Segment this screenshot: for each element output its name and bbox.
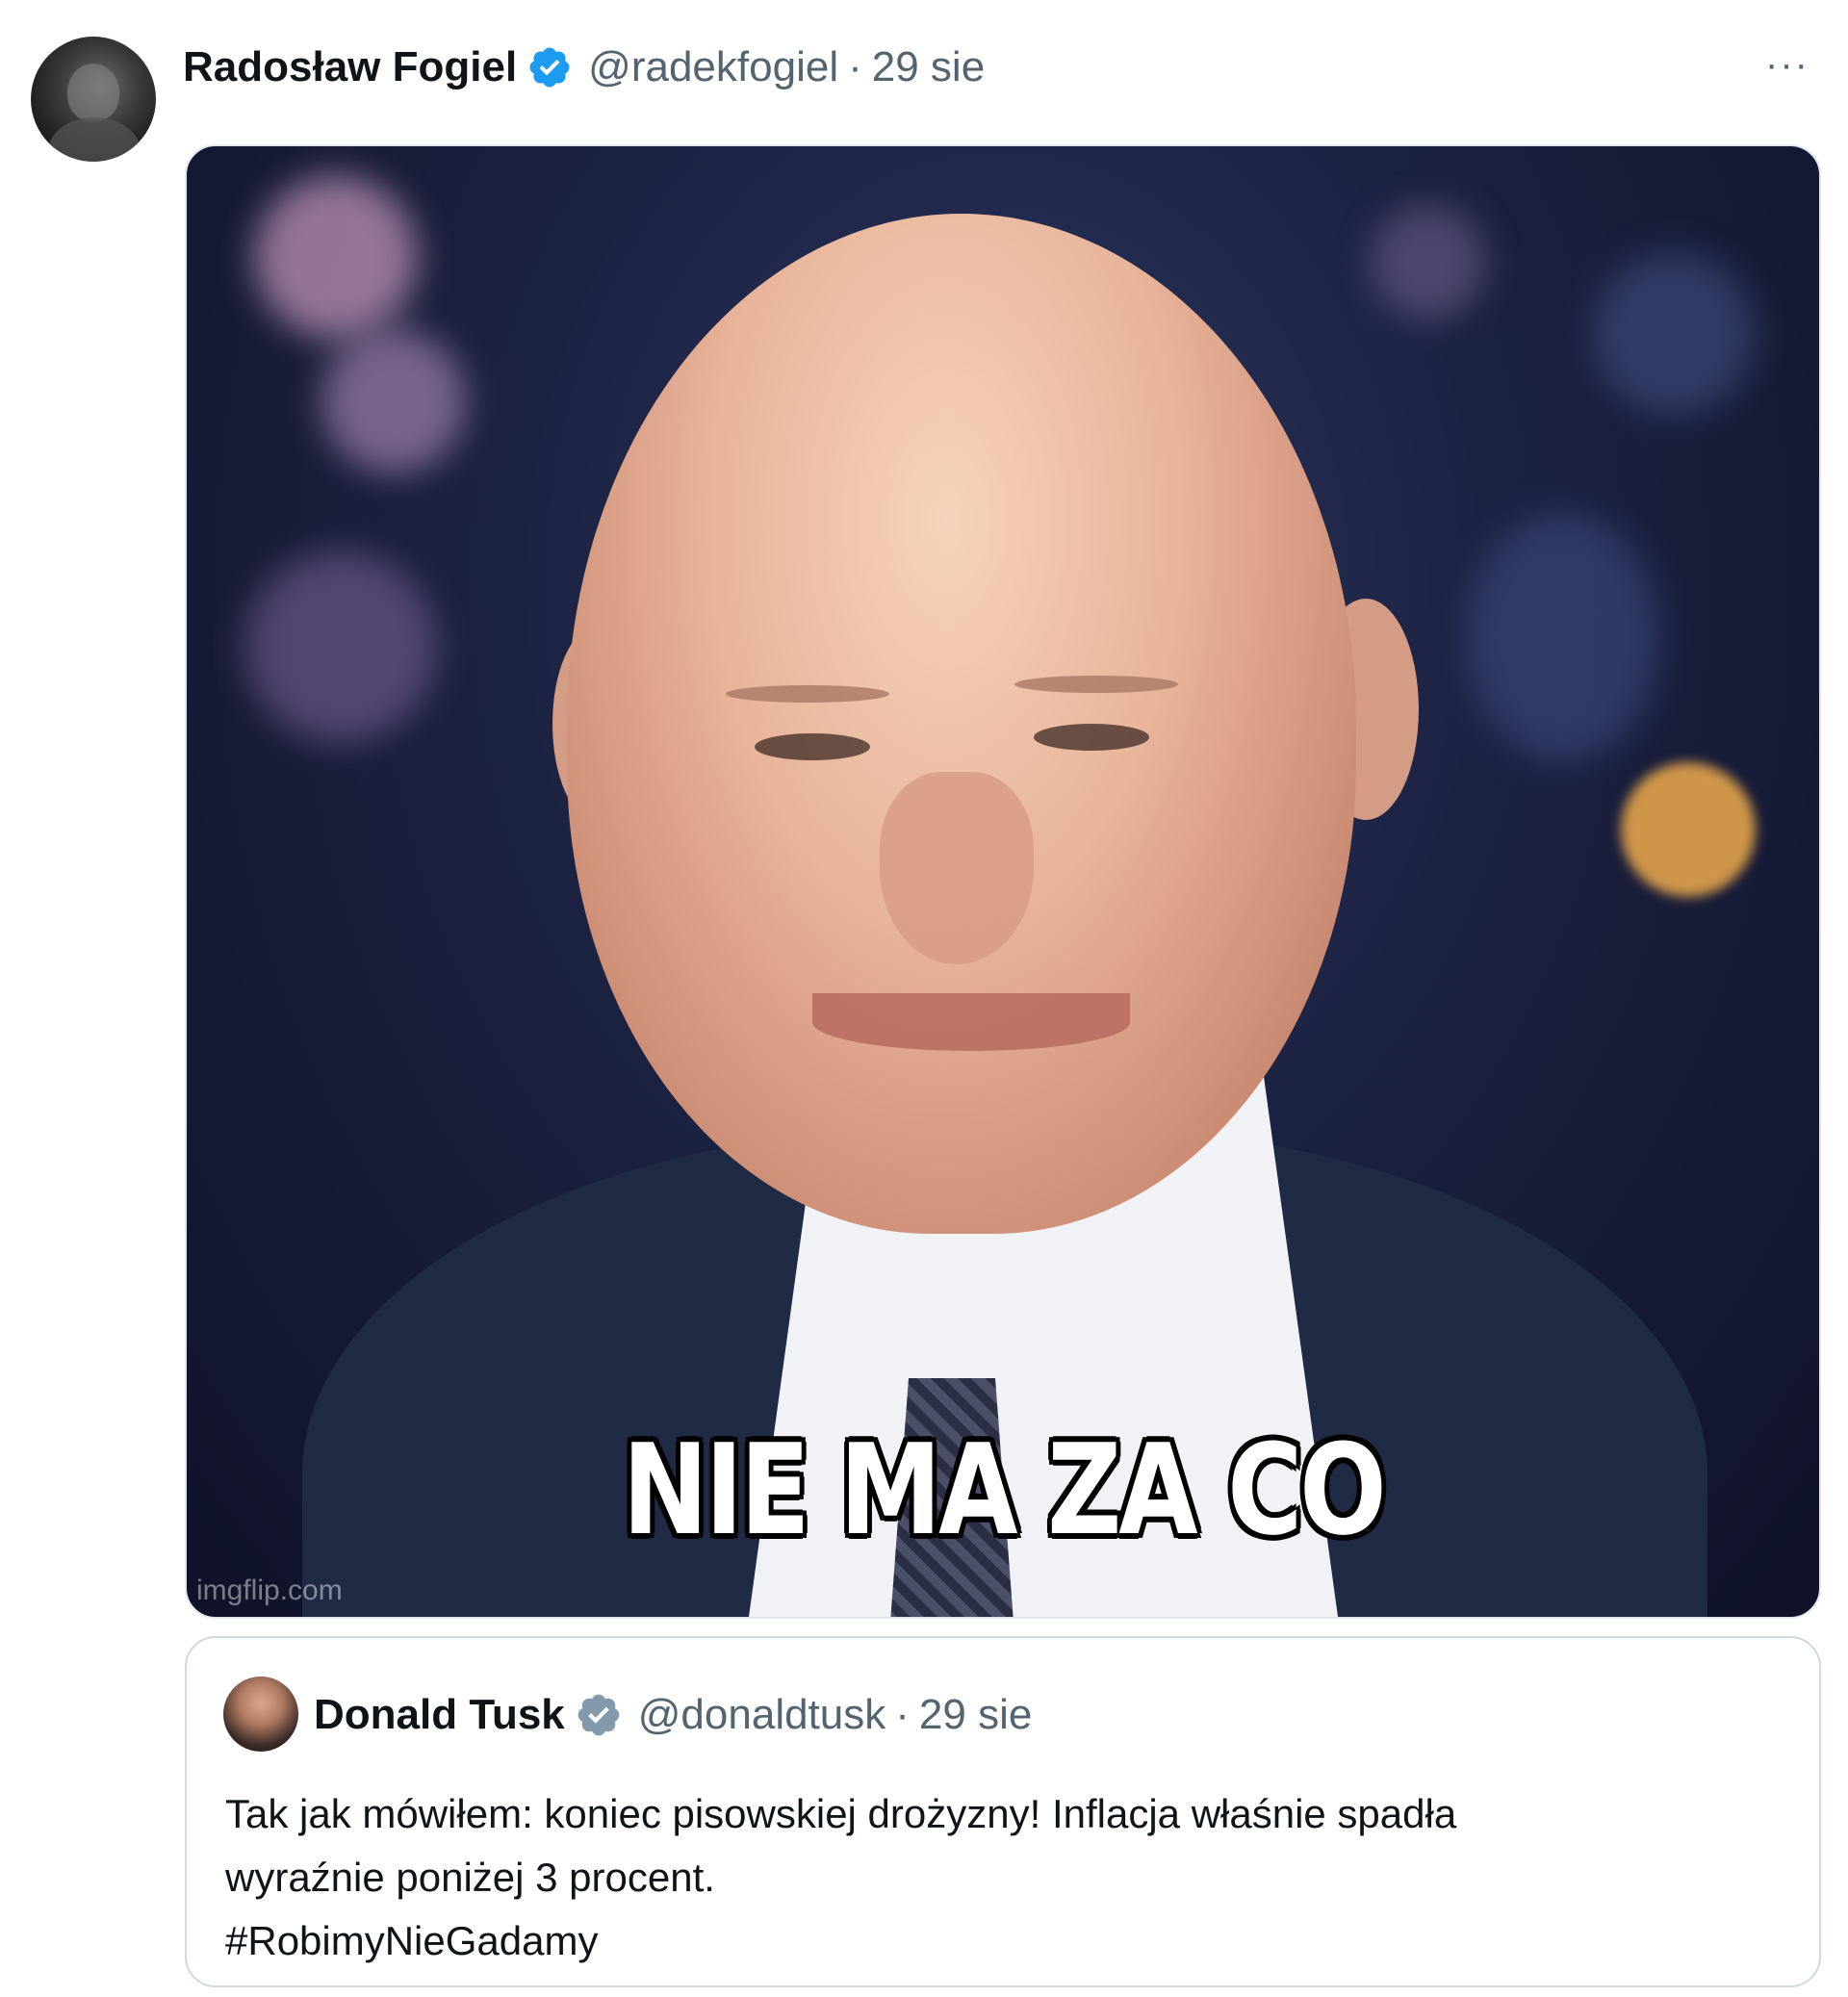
bokeh-light bbox=[244, 550, 437, 743]
verified-badge-icon bbox=[578, 1694, 620, 1736]
bokeh-light bbox=[254, 175, 418, 339]
bokeh-light bbox=[1592, 252, 1756, 416]
quoted-tweet-timestamp[interactable]: 29 sie bbox=[919, 1691, 1032, 1739]
photo-nose bbox=[880, 772, 1034, 964]
quoted-text-line: Tak jak mówiłem: koniec pisowskiej droży… bbox=[225, 1791, 1457, 1836]
author-avatar[interactable] bbox=[31, 37, 156, 162]
quoted-text-line: wyraźnie poniżej 3 procent. bbox=[225, 1855, 715, 1900]
meme-caption: NIE MA ZA CO bbox=[622, 1417, 1387, 1563]
tweet-timestamp[interactable]: 29 sie bbox=[872, 43, 985, 91]
photo-eye-left bbox=[755, 733, 870, 760]
bokeh-light bbox=[1371, 204, 1486, 320]
avatar-figure-head bbox=[67, 64, 119, 121]
photo-brow-right bbox=[1014, 676, 1178, 693]
photo-brow-left bbox=[726, 685, 889, 703]
quoted-tweet-header: Donald Tusk @donaldtusk · 29 sie bbox=[314, 1684, 1032, 1746]
avatar-figure-body bbox=[48, 117, 141, 162]
more-options-icon[interactable]: ··· bbox=[1765, 45, 1810, 84]
bokeh-light bbox=[321, 329, 466, 474]
tweet-header: Radosław Fogiel @radekfogiel · 29 sie bbox=[183, 38, 985, 96]
verified-badge-icon bbox=[529, 47, 570, 88]
photo-head bbox=[567, 214, 1356, 1234]
bokeh-light-orange bbox=[1621, 762, 1756, 897]
photo-mouth bbox=[812, 993, 1130, 1051]
author-name[interactable]: Radosław Fogiel bbox=[183, 43, 517, 91]
bokeh-light bbox=[1467, 512, 1659, 762]
tweet[interactable]: Radosław Fogiel @radekfogiel · 29 sie ··… bbox=[0, 0, 1848, 1997]
quoted-tweet-text: Tak jak mówiłem: koniec pisowskiej droży… bbox=[225, 1782, 1784, 1973]
quoted-author-avatar[interactable] bbox=[223, 1677, 298, 1752]
separator-dot: · bbox=[848, 43, 862, 90]
quoted-author-handle[interactable]: @donaldtusk bbox=[638, 1691, 886, 1739]
hashtag-link[interactable]: #RobimyNieGadamy bbox=[225, 1909, 1784, 1973]
separator-dot: · bbox=[895, 1691, 910, 1738]
quoted-tweet[interactable]: Donald Tusk @donaldtusk · 29 sie Tak jak… bbox=[185, 1636, 1821, 1987]
author-handle[interactable]: @radekfogiel bbox=[588, 43, 838, 91]
tweet-media-image[interactable]: NIE MA ZA CO imgflip.com bbox=[185, 144, 1821, 1619]
image-watermark: imgflip.com bbox=[196, 1575, 343, 1606]
quoted-author-name[interactable]: Donald Tusk bbox=[314, 1691, 565, 1739]
photo-eye-right bbox=[1034, 724, 1149, 751]
